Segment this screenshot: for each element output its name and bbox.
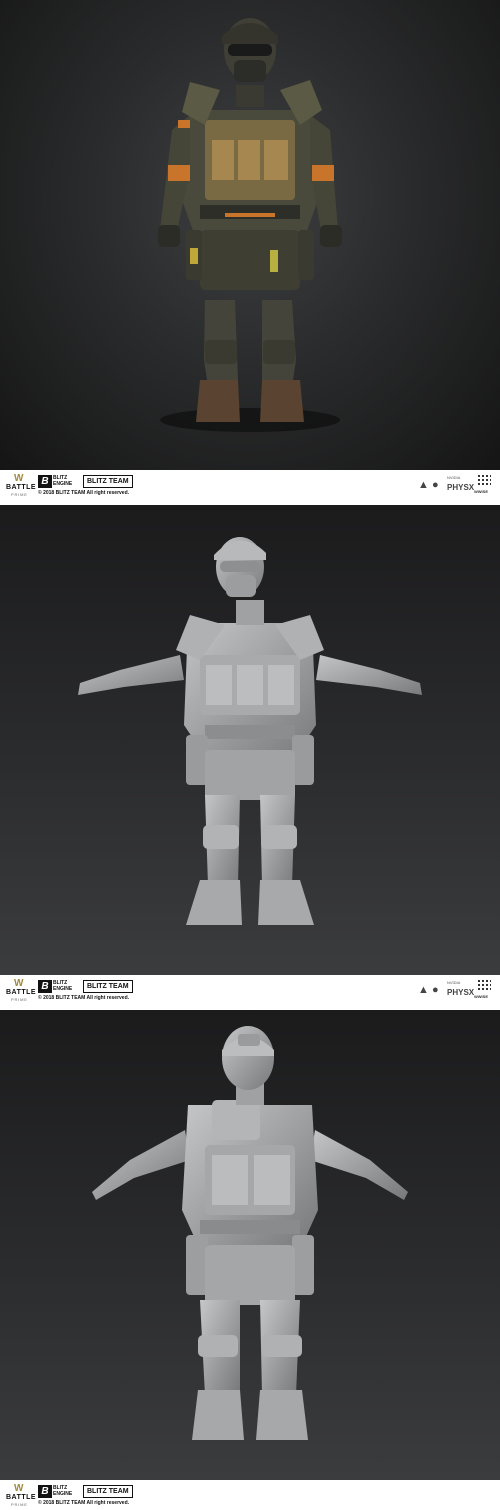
blitz-team-badge: BLITZ TEAM: [83, 475, 133, 488]
battle-prime-sub: PRIME: [11, 1502, 28, 1507]
render-viewport: [0, 0, 500, 470]
physx-label: PHYSX: [447, 988, 475, 997]
battle-prime-icon: W: [14, 978, 24, 989]
battle-prime-icon: W: [14, 473, 24, 484]
battle-prime-icon: W: [14, 1483, 24, 1494]
footer-bar: W BATTLE PRIME B BLITZ ENGINE BLITZ TEAM…: [0, 975, 500, 1005]
battle-prime-name: BATTLE: [6, 484, 37, 491]
apple-icon: ●: [432, 479, 439, 491]
blitz-engine-label: BLITZ ENGINE: [53, 475, 73, 487]
soldier-sculpt-front-figure: [78, 537, 422, 925]
wwise-icon: [477, 474, 491, 486]
blitz-engine-label: BLITZ ENGINE: [53, 1485, 73, 1497]
physx-label: PHYSX: [447, 483, 475, 492]
footer-bar: W BATTLE PRIME B BLITZ ENGINE BLITZ TEAM…: [0, 1480, 500, 1510]
battle-prime-logo: W BATTLE PRIME: [6, 978, 37, 1003]
blitz-team-badge: BLITZ TEAM: [83, 1485, 133, 1498]
copyright-text: © 2018 BLITZ TEAM All right reserved.: [38, 490, 130, 496]
soldier-sculpt-back-figure: [92, 1026, 408, 1440]
android-icon: ▲: [418, 984, 429, 996]
render-viewport: [0, 505, 500, 975]
panel-textured-front: W BATTLE PRIME B BLITZ ENGINE BLITZ TEAM…: [0, 0, 500, 500]
apple-icon: ●: [432, 984, 439, 996]
footer-bar: W BATTLE PRIME B BLITZ ENGINE BLITZ TEAM…: [0, 470, 500, 500]
blitz-engine-icon: B: [38, 980, 52, 993]
nvidia-icon: NVIDIA: [447, 980, 461, 985]
blitz-engine-label: BLITZ ENGINE: [53, 980, 73, 992]
battle-prime-logo: W BATTLE PRIME: [6, 473, 37, 498]
battle-prime-logo: W BATTLE PRIME: [6, 1483, 37, 1508]
copyright-text: © 2018 BLITZ TEAM All right reserved.: [38, 995, 130, 1001]
panel-sculpt-front: W BATTLE PRIME B BLITZ ENGINE BLITZ TEAM…: [0, 505, 500, 1005]
blitz-engine-icon: B: [38, 475, 52, 488]
panel-sculpt-back: W BATTLE PRIME B BLITZ ENGINE BLITZ TEAM…: [0, 1010, 500, 1510]
wwise-label: WWISE: [474, 994, 488, 999]
battle-prime-sub: PRIME: [11, 492, 28, 497]
nvidia-icon: NVIDIA: [447, 475, 461, 480]
android-icon: ▲: [418, 479, 429, 491]
copyright-text: © 2018 BLITZ TEAM All right reserved.: [38, 1500, 130, 1506]
wwise-label: WWISE: [474, 489, 488, 494]
battle-prime-name: BATTLE: [6, 1494, 37, 1501]
blitz-engine-icon: B: [38, 1485, 52, 1498]
wwise-icon: [477, 979, 491, 991]
soldier-textured-figure: [158, 18, 342, 432]
battle-prime-sub: PRIME: [11, 997, 28, 1002]
blitz-team-badge: BLITZ TEAM: [83, 980, 133, 993]
battle-prime-name: BATTLE: [6, 989, 37, 996]
render-viewport: [0, 1010, 500, 1480]
